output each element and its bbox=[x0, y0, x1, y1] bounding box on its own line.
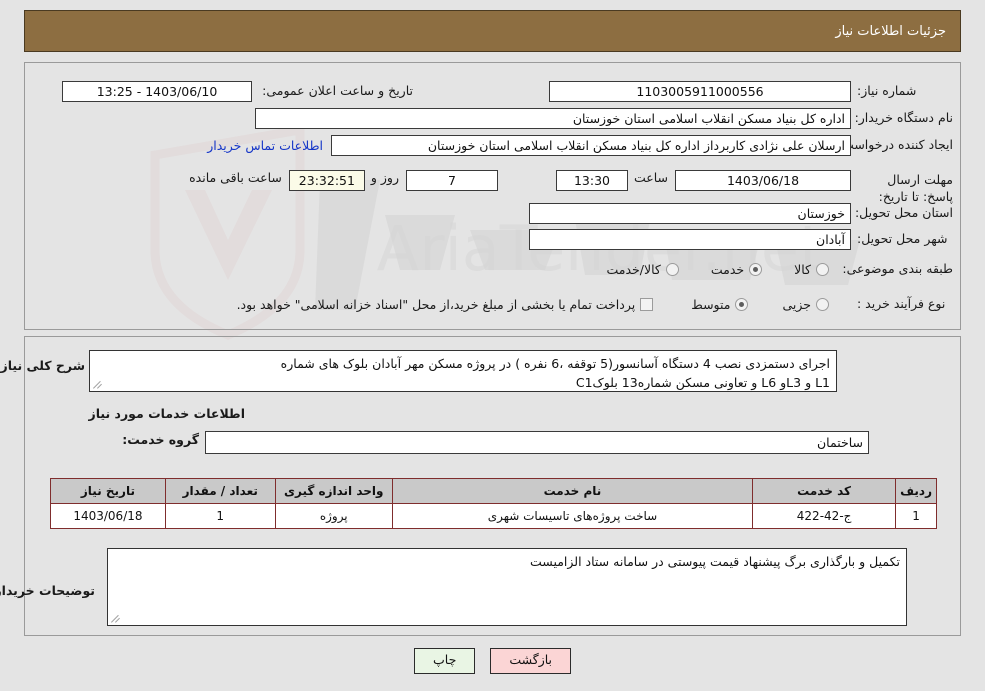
classification-option-khedmat-label: خدمت bbox=[710, 261, 745, 277]
buyer-contact-link[interactable]: اطلاعات تماس خریدار bbox=[207, 138, 323, 153]
radio-icon-khedmat[interactable] bbox=[749, 262, 763, 276]
service-group-field[interactable]: ساختمان bbox=[205, 431, 869, 454]
row-delivery-province: استان محل تحویل: خوزستان bbox=[13, 203, 953, 224]
buyer-notes-label: توضیحات خریدار: bbox=[0, 583, 95, 598]
cell-qty: 1 bbox=[164, 503, 276, 529]
deadline-days-label: روز و bbox=[370, 170, 399, 185]
cell-code: ج-42-422 bbox=[752, 503, 897, 529]
classification-option-kala-label: کالا bbox=[794, 261, 811, 277]
services-section-heading: اطلاعات خدمات مورد نیاز bbox=[88, 406, 246, 421]
page-title: جزئیات اطلاعات نیاز bbox=[835, 23, 946, 39]
row-delivery-city: شهر محل تحویل: آبادان bbox=[13, 229, 953, 250]
deadline-days-field[interactable]: 7 bbox=[405, 170, 498, 191]
classification-option-khedmat[interactable]: خدمت bbox=[710, 261, 763, 277]
classification-option-kala[interactable]: کالا bbox=[794, 262, 829, 277]
need-details-page: AriaTender.net جزئیات اطلاعات نیاز شماره… bbox=[0, 0, 985, 691]
button-bar: بازگشت چاپ bbox=[0, 648, 985, 674]
radio-icon-jozi[interactable] bbox=[816, 297, 829, 311]
row-purchase-type: نوع فرآیند خرید : جزیی متوسط پرداخت تمام… bbox=[13, 296, 953, 313]
buyer-notes-textarea[interactable]: تکمیل و بارگذاری برگ پیشنهاد قیمت پیوستی… bbox=[107, 548, 907, 626]
deadline-date-field[interactable]: 1403/06/18 bbox=[675, 170, 851, 191]
back-button[interactable]: بازگشت bbox=[490, 648, 572, 674]
table-header-row: ردیف کد خدمت نام خدمت واحد اندازه گیری ت… bbox=[50, 478, 937, 504]
col-name: نام خدمت bbox=[391, 478, 754, 504]
col-code: کد خدمت bbox=[752, 478, 897, 504]
delivery-province-field[interactable]: خوزستان bbox=[529, 203, 851, 224]
purchase-type-option-jozi-label: جزیی bbox=[782, 296, 811, 312]
col-radif: ردیف bbox=[895, 478, 937, 504]
announcement-label: تاریخ و ساعت اعلان عمومی: bbox=[262, 83, 413, 99]
services-table: ردیف کد خدمت نام خدمت واحد اندازه گیری ت… bbox=[50, 478, 937, 529]
need-number-label: شماره نیاز: bbox=[857, 83, 917, 99]
deadline-time-field[interactable]: 13:30 bbox=[555, 170, 628, 191]
cell-unit: پروژه bbox=[274, 503, 393, 529]
row-deadline: مهلت ارسال پاسخ: تا تاریخ: 1403/06/18 سا… bbox=[13, 170, 953, 206]
announcement-field[interactable]: 1403/06/10 - 13:25 bbox=[62, 81, 252, 102]
row-need-number: شماره نیاز: 1103005911000556 تاریخ و ساع… bbox=[13, 81, 953, 102]
service-group-label: گروه خدمت: bbox=[122, 432, 199, 447]
purchase-type-option-motevaset-label: متوسط bbox=[691, 296, 731, 312]
checkbox-icon-treasury[interactable] bbox=[640, 297, 654, 311]
delivery-city-label: شهر محل تحویل: bbox=[857, 231, 948, 247]
purchase-type-option-jozi[interactable]: جزیی bbox=[782, 297, 829, 312]
row-buyer-org: نام دستگاه خریدار: اداره کل بنیاد مسکن ا… bbox=[13, 108, 953, 129]
purchase-type-label: نوع فرآیند خرید : bbox=[857, 296, 946, 311]
cell-date: 1403/06/18 bbox=[50, 503, 166, 529]
cell-name: ساخت پروژه‌های تاسیسات شهری bbox=[391, 503, 754, 529]
need-summary-textarea[interactable]: اجرای دستمزدی نصب 4 دستگاه آسانسور(5 توق… bbox=[89, 350, 837, 392]
delivery-city-field[interactable]: آبادان bbox=[529, 229, 851, 250]
need-summary-line-1: اجرای دستمزدی نصب 4 دستگاه آسانسور(5 توق… bbox=[280, 356, 830, 371]
classification-label: طبقه بندی موضوعی: bbox=[842, 261, 953, 276]
deadline-label: مهلت ارسال پاسخ: تا تاریخ: bbox=[878, 172, 953, 204]
treasury-note-group[interactable]: پرداخت تمام یا بخشی از مبلغ خرید،از محل … bbox=[237, 297, 654, 312]
col-qty: تعداد / مقدار bbox=[164, 478, 276, 504]
radio-icon-motevaset[interactable] bbox=[735, 297, 749, 311]
purchase-type-option-motevaset[interactable]: متوسط bbox=[691, 296, 749, 312]
classification-option-kala-khedmat-label: کالا/خدمت bbox=[606, 261, 661, 277]
requester-label: ایجاد کننده درخواست: bbox=[837, 137, 953, 153]
radio-icon-kala-khedmat[interactable] bbox=[665, 262, 679, 276]
cell-radif: 1 bbox=[895, 503, 937, 529]
requester-field[interactable]: ارسلان علی نژادی کاربرداز اداره کل بنیاد… bbox=[331, 135, 851, 156]
buyer-notes-text: تکمیل و بارگذاری برگ پیشنهاد قیمت پیوستی… bbox=[530, 554, 900, 569]
radio-icon-kala[interactable] bbox=[816, 262, 829, 276]
need-number-field[interactable]: 1103005911000556 bbox=[549, 81, 851, 102]
need-summary-line-2: L1 و L3و L6 و تعاونی مسکن شماره13 بلوکC1 bbox=[575, 375, 830, 391]
buyer-org-label: نام دستگاه خریدار: bbox=[854, 110, 953, 126]
col-unit: واحد اندازه گیری bbox=[274, 478, 393, 504]
deadline-time-label: ساعت bbox=[633, 170, 668, 185]
classification-option-kala-khedmat[interactable]: کالا/خدمت bbox=[606, 261, 679, 277]
delivery-province-label: استان محل تحویل: bbox=[854, 205, 953, 221]
row-classification: طبقه بندی موضوعی: کالا خدمت کالا/خدمت bbox=[13, 261, 953, 278]
row-requester: ایجاد کننده درخواست: ارسلان علی نژادی کا… bbox=[13, 135, 953, 156]
deadline-remaining-field: 23:32:51 bbox=[288, 170, 365, 191]
buyer-org-field[interactable]: اداره کل بنیاد مسکن انقلاب اسلامی استان … bbox=[255, 108, 851, 129]
resize-grip-icon-notes[interactable] bbox=[110, 613, 121, 624]
deadline-remaining-label: ساعت باقی مانده bbox=[189, 170, 282, 185]
treasury-note-label: پرداخت تمام یا بخشی از مبلغ خرید،از محل … bbox=[236, 296, 636, 312]
page-title-bar: جزئیات اطلاعات نیاز bbox=[24, 10, 961, 52]
print-button[interactable]: چاپ bbox=[414, 648, 476, 674]
col-date: تاریخ نیاز bbox=[50, 478, 166, 504]
resize-grip-icon[interactable] bbox=[92, 379, 103, 390]
need-summary-label: شرح کلی نیاز: bbox=[0, 358, 85, 373]
table-row: 1 ج-42-422 ساخت پروژه‌های تاسیسات شهری پ… bbox=[50, 503, 937, 529]
row-service-group: گروه خدمت: bbox=[119, 432, 199, 449]
